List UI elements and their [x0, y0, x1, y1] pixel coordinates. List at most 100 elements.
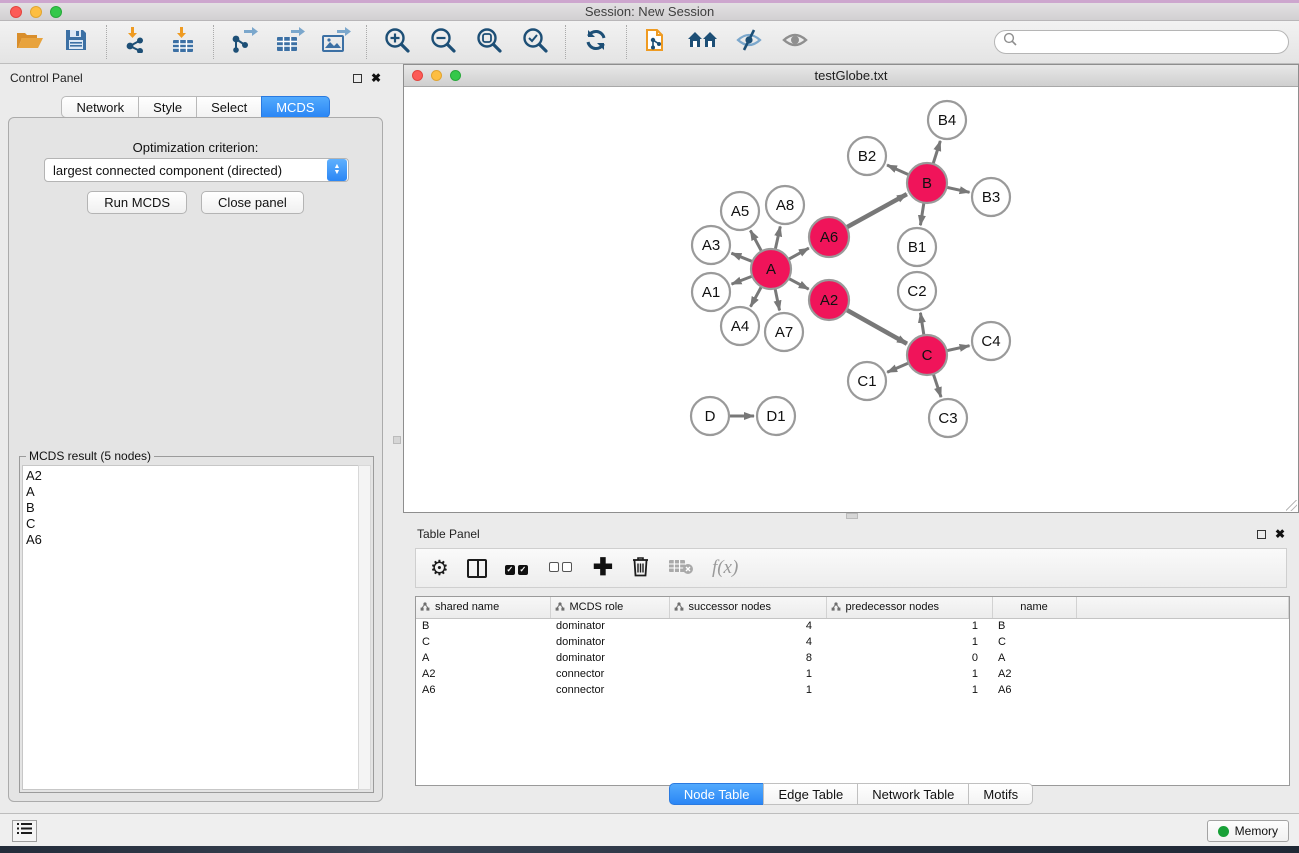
run-mcds-button[interactable]: Run MCDS — [87, 191, 187, 214]
table-cell[interactable]: 1 — [826, 666, 992, 682]
graph-node-B[interactable]: B — [907, 163, 947, 203]
table-cell[interactable]: A2 — [992, 666, 1076, 682]
table-cell[interactable]: connector — [550, 666, 669, 682]
col-mcds-role[interactable]: MCDS role — [550, 597, 669, 618]
table-cell[interactable]: A — [992, 650, 1076, 666]
graph-node-A[interactable]: A — [751, 249, 791, 289]
graph-node-A7[interactable]: A7 — [765, 313, 803, 351]
new-network-from-file-button[interactable] — [641, 26, 673, 58]
graph-node-A8[interactable]: A8 — [766, 186, 804, 224]
select-all-button[interactable]: ✓✓ — [505, 556, 531, 580]
divider-handle[interactable] — [846, 513, 858, 519]
split-columns-button[interactable] — [467, 556, 487, 580]
divider-handle[interactable] — [393, 436, 401, 444]
show-task-history-button[interactable] — [12, 820, 37, 842]
table-cell[interactable]: 1 — [826, 682, 992, 698]
app-titlebar[interactable]: Session: New Session — [0, 3, 1299, 21]
table-cell[interactable]: 1 — [669, 666, 826, 682]
table-cell[interactable]: C — [992, 634, 1076, 650]
table-cell[interactable]: 1 — [826, 634, 992, 650]
table-cell[interactable]: A6 — [992, 682, 1076, 698]
table-cell[interactable]: dominator — [550, 650, 669, 666]
network-window-titlebar[interactable]: testGlobe.txt — [404, 65, 1298, 87]
table-cell[interactable]: 8 — [669, 650, 826, 666]
graph-node-D1[interactable]: D1 — [757, 397, 795, 435]
table-row[interactable]: Adominator80A — [416, 650, 1289, 666]
open-session-button[interactable] — [14, 26, 46, 58]
export-image-button[interactable] — [320, 26, 352, 58]
table-cell[interactable]: B — [992, 618, 1076, 634]
tab-style[interactable]: Style — [138, 96, 196, 118]
graph-node-C3[interactable]: C3 — [929, 399, 967, 437]
show-graphics-details-button[interactable] — [779, 26, 811, 58]
delete-table-button[interactable] — [668, 556, 694, 580]
tab-motifs[interactable]: Motifs — [968, 783, 1033, 805]
hide-graphics-details-button[interactable] — [733, 26, 765, 58]
save-session-button[interactable] — [60, 26, 92, 58]
table-row[interactable]: Cdominator41C — [416, 634, 1289, 650]
zoom-out-button[interactable] — [427, 26, 459, 58]
horizontal-split-divider[interactable] — [403, 513, 1299, 520]
graph-node-B2[interactable]: B2 — [848, 137, 886, 175]
add-column-button[interactable]: ✚ — [593, 556, 613, 580]
table-row[interactable]: A6connector11A6 — [416, 682, 1289, 698]
graph-node-A6[interactable]: A6 — [809, 217, 849, 257]
refresh-button[interactable] — [580, 26, 612, 58]
network-canvas[interactable]: B4B2BB3A5A8A6A3B1AA1C2A2A4A7CC4C1C3DD1 — [404, 87, 1298, 512]
graph-node-A4[interactable]: A4 — [721, 307, 759, 345]
col-name[interactable]: name — [992, 597, 1076, 618]
table-cell[interactable]: 1 — [826, 618, 992, 634]
graph-node-B4[interactable]: B4 — [928, 101, 966, 139]
mcds-result-item[interactable]: A6 — [26, 532, 359, 548]
float-panel-icon[interactable] — [353, 74, 362, 83]
table-cell[interactable]: B — [416, 618, 550, 634]
tab-node-table[interactable]: Node Table — [669, 783, 764, 805]
table-cell[interactable]: A — [416, 650, 550, 666]
function-builder-button[interactable]: f(x) — [712, 556, 738, 580]
table-cell[interactable]: connector — [550, 682, 669, 698]
graph-node-D[interactable]: D — [691, 397, 729, 435]
col-successor-nodes[interactable]: successor nodes — [669, 597, 826, 618]
graph-node-A3[interactable]: A3 — [692, 226, 730, 264]
table-cell[interactable]: A2 — [416, 666, 550, 682]
table-row[interactable]: A2connector11A2 — [416, 666, 1289, 682]
mcds-result-item[interactable]: B — [26, 500, 359, 516]
delete-column-button[interactable] — [631, 556, 650, 580]
graph-node-C4[interactable]: C4 — [972, 322, 1010, 360]
graph-node-A1[interactable]: A1 — [692, 273, 730, 311]
mcds-result-item[interactable]: A — [26, 484, 359, 500]
window-resize-grip[interactable] — [1286, 500, 1297, 511]
search-field[interactable] — [994, 30, 1289, 54]
tab-mcds[interactable]: MCDS — [261, 96, 329, 118]
table-cell[interactable]: dominator — [550, 634, 669, 650]
unselect-all-button[interactable] — [549, 556, 575, 580]
graph-node-C[interactable]: C — [907, 335, 947, 375]
tab-edge-table[interactable]: Edge Table — [763, 783, 857, 805]
home-view-button[interactable] — [687, 26, 719, 58]
export-network-button[interactable] — [228, 26, 260, 58]
table-cell[interactable]: 4 — [669, 634, 826, 650]
graph-node-A2[interactable]: A2 — [809, 280, 849, 320]
tab-network[interactable]: Network — [61, 96, 138, 118]
graph-node-B3[interactable]: B3 — [972, 178, 1010, 216]
table-cell[interactable]: 0 — [826, 650, 992, 666]
table-row[interactable]: Bdominator41B — [416, 618, 1289, 634]
graph-node-B1[interactable]: B1 — [898, 228, 936, 266]
table-cell[interactable]: A6 — [416, 682, 550, 698]
import-table-button[interactable] — [167, 26, 199, 58]
table-cell[interactable]: 1 — [669, 682, 826, 698]
graph-node-C2[interactable]: C2 — [898, 272, 936, 310]
optimization-criterion-select[interactable]: largest connected component (directed) ▲… — [44, 158, 349, 182]
table-cell[interactable]: dominator — [550, 618, 669, 634]
table-cell[interactable]: 4 — [669, 618, 826, 634]
import-network-button[interactable] — [121, 26, 153, 58]
vertical-split-divider[interactable] — [391, 64, 403, 813]
memory-button[interactable]: Memory — [1207, 820, 1289, 842]
mcds-result-list[interactable]: A2ABCA6 — [22, 465, 360, 790]
export-table-button[interactable] — [274, 26, 306, 58]
tab-network-table[interactable]: Network Table — [857, 783, 968, 805]
table-settings-button[interactable]: ⚙ — [430, 556, 449, 580]
zoom-in-button[interactable] — [381, 26, 413, 58]
mcds-result-item[interactable]: C — [26, 516, 359, 532]
mcds-result-item[interactable]: A2 — [26, 468, 359, 484]
